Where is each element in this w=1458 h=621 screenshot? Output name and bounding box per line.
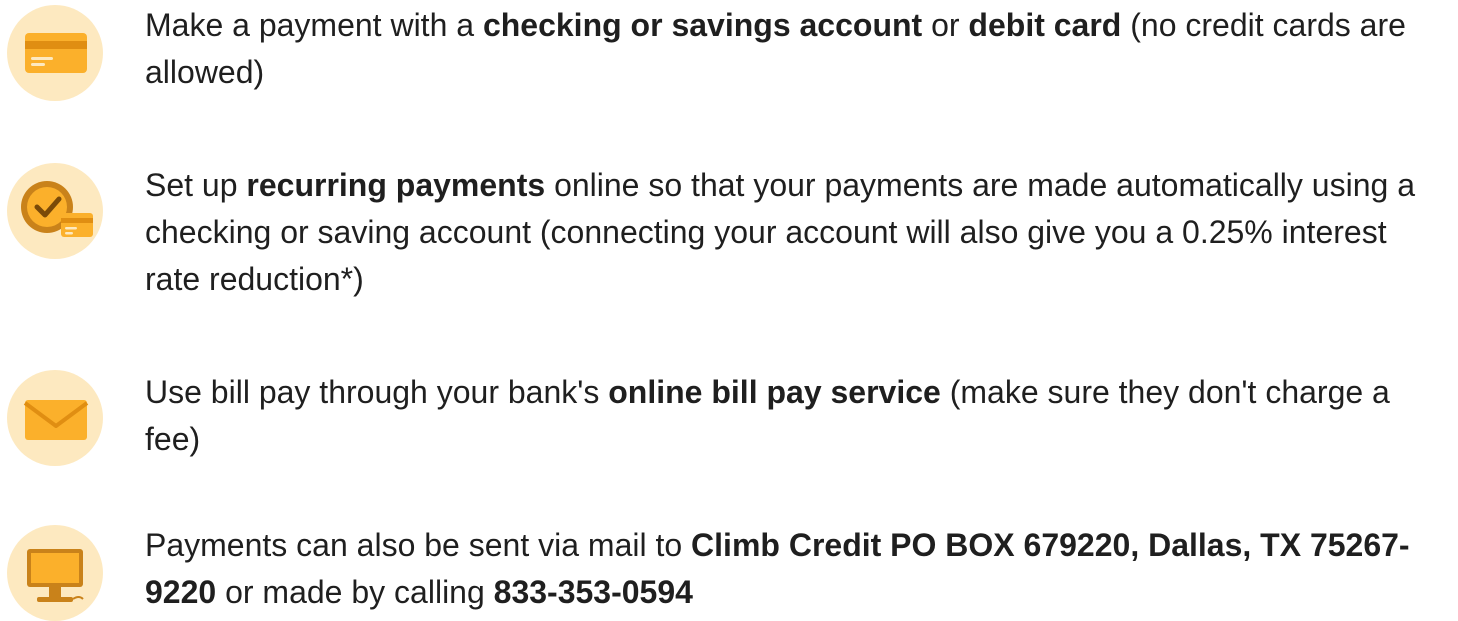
payment-option-text: Payments can also be sent via mail to Cl…: [145, 522, 1435, 616]
bold-segment: recurring payments: [246, 167, 546, 203]
bold-segment: debit card: [968, 7, 1122, 43]
envelope-icon: [7, 370, 103, 466]
payment-option-text: Use bill pay through your bank's online …: [145, 369, 1435, 463]
bold-segment: checking or savings account: [482, 7, 923, 43]
text-segment: Payments can also be sent via mail to: [145, 527, 692, 563]
text-segment: Make a payment with a: [145, 7, 483, 43]
bold-segment: online bill pay service: [608, 374, 941, 410]
text-segment: or: [922, 7, 969, 43]
text-segment: or made by calling: [216, 574, 494, 610]
payment-option-text: Make a payment with a checking or saving…: [145, 2, 1435, 96]
credit-card-icon: [7, 5, 103, 101]
text-segment: Use bill pay through your bank's: [145, 374, 609, 410]
computer-monitor-icon: [7, 525, 103, 621]
payment-option-text: Set up recurring payments online so that…: [145, 162, 1435, 303]
clock-card-icon: [7, 163, 103, 259]
text-segment: Set up: [145, 167, 247, 203]
bold-segment: 833-353-0594: [493, 574, 693, 610]
